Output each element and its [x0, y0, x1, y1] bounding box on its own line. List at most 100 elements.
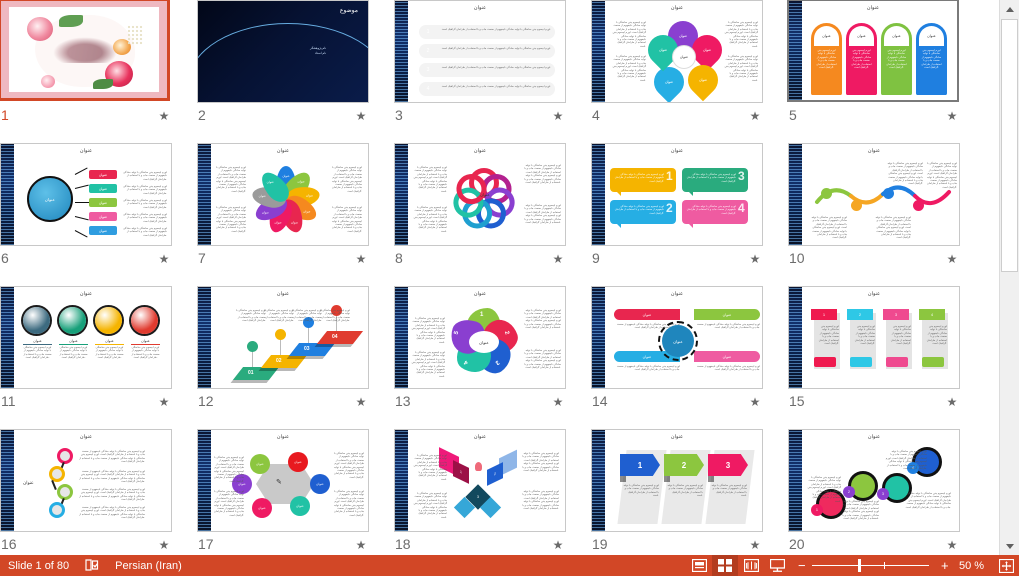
slide-thumbnail-6[interactable]: عنوانعنوانعنوانلورم ایپسوم متن ساختگی با…	[0, 143, 178, 275]
slide-thumbnail-3[interactable]: عنوان1لورم ایپسوم متن ساختگی با تولید سا…	[394, 0, 572, 132]
animation-star-icon[interactable]: ★	[355, 253, 367, 265]
slide-thumbnail-10[interactable]: عنوانلورم ایپسوم متن ساختگی با تولید ساد…	[788, 143, 966, 275]
slide-canvas: عنوانعنوانلورم ایپسوم متن ساختگی با تولی…	[1, 287, 171, 388]
slide-thumbnail-11[interactable]: عنوانعنوانلورم ایپسوم متن ساختگی با تولی…	[0, 286, 178, 418]
slide-thumbnail-19[interactable]: عنوان1لورم ایپسوم متن ساختگی با تولید سا…	[591, 429, 769, 555]
slide-canvas: عنوان1لورم ایپسوم متن ساختگی با تولید سا…	[395, 1, 565, 102]
animation-star-icon[interactable]: ★	[552, 396, 564, 408]
slide-side-band	[395, 430, 408, 531]
animation-star-icon[interactable]: ★	[946, 396, 958, 408]
vertical-scrollbar[interactable]	[999, 0, 1019, 555]
slide-thumbnail-frame[interactable]: عنوان✎عنوانعنوانعنوانعنوانعنوانعنوانلورم…	[197, 429, 369, 532]
slide-body-text: لورم ایپسوم متن ساختگی با تولید سادگی نا…	[411, 317, 445, 344]
slide-title-text: عنوان	[1, 434, 171, 440]
animation-star-icon[interactable]: ★	[158, 539, 170, 551]
slide-number: 16	[1, 536, 17, 552]
animation-star-icon[interactable]: ★	[158, 253, 170, 265]
zoom-in-button[interactable]: +	[933, 555, 951, 576]
animation-star-icon[interactable]: ★	[552, 253, 564, 265]
slide-thumbnail-frame[interactable]: عنوانلورم ایپسوم متن ساختگی با تولید ساد…	[788, 143, 960, 246]
slide-thumbnail-frame[interactable]: عنوان لورم ایپسوم متن ساختگی با تولید ساد…	[0, 429, 172, 532]
animation-star-icon[interactable]: ★	[158, 396, 170, 408]
zoom-slider[interactable]	[808, 555, 933, 576]
slide-title-text: عنوان	[592, 291, 762, 297]
slide-thumbnail-17[interactable]: عنوان✎عنوانعنوانعنوانعنوانعنوانعنوانلورم…	[197, 429, 375, 555]
slide-thumbnail-20[interactable]: عنوان1234لورم ایپسوم متن ساختگی با تولید…	[788, 429, 966, 555]
slide-thumbnail-13[interactable]: عنوانعنوان12345لورم ایپسوم متن ساختگی با…	[394, 286, 572, 418]
slide-side-band	[198, 144, 211, 245]
slide-side-band	[395, 287, 408, 388]
slide-thumbnail-frame[interactable]: عنوان01لورم ایپسوم متن ساختگی با تولید س…	[197, 286, 369, 389]
slide-thumbnail-12[interactable]: عنوان01لورم ایپسوم متن ساختگی با تولید س…	[197, 286, 375, 418]
scroll-down-arrow-icon[interactable]	[1000, 537, 1019, 555]
slide-thumbnail-2[interactable]: موضوعنام پژوهشگرنام استاد2★	[197, 0, 375, 132]
slide-thumbnail-frame[interactable]: عنوانعنوانلورم ایپسوم متن ساختگی با تولی…	[787, 0, 959, 102]
animation-star-icon[interactable]: ★	[946, 539, 958, 551]
animation-star-icon[interactable]: ★	[946, 253, 958, 265]
animation-star-icon[interactable]: ★	[946, 110, 958, 122]
slide-thumbnail-4[interactable]: عنوانعنوانعنوانعنوانعنوانعنوانعنوانلورم …	[591, 0, 769, 132]
slide-thumbnail-9[interactable]: عنوان1لورم ایپسوم متن ساختگی با تولید سا…	[591, 143, 769, 275]
zoom-slider-tick	[884, 562, 885, 569]
slide-title-text: عنوان	[592, 434, 762, 440]
slide-canvas: عنوانعنوانعنوانعنوانعنوانعنوانعنوانعنوان…	[198, 144, 368, 245]
reading-view-icon[interactable]	[738, 555, 764, 576]
slide-title-text: عنوان	[198, 434, 368, 440]
slide-thumbnail-frame[interactable]: موضوعنام پژوهشگرنام استاد	[197, 0, 369, 103]
slide-thumbnail-frame[interactable]: عنوان1لورم ایپسوم متن ساختگی با تولید سا…	[591, 143, 763, 246]
slide-body-text: لورم ایپسوم متن ساختگی با تولید سادگی نا…	[523, 204, 561, 224]
slide-thumbnail-frame[interactable]: عنوانعنوانلورم ایپسوم متن ساختگی با تولی…	[394, 143, 566, 246]
slide-thumbnail-8[interactable]: عنوانعنوانلورم ایپسوم متن ساختگی با تولی…	[394, 143, 572, 275]
fit-to-window-icon[interactable]	[993, 555, 1019, 576]
slide-body-text: لورم ایپسوم متن ساختگی با تولید سادگی نا…	[79, 506, 145, 520]
animation-star-icon[interactable]: ★	[158, 110, 170, 122]
slide-thumbnail-frame[interactable]: عنوانعنوان12345لورم ایپسوم متن ساختگی با…	[394, 286, 566, 389]
animation-star-icon[interactable]: ★	[355, 539, 367, 551]
slide-canvas: عنوان1لورم ایپسوم متن ساختگی با تولید سا…	[592, 430, 762, 531]
slide-number: 14	[592, 393, 608, 409]
slide-thumbnail-frame[interactable]: عنوان1234لورم ایپسوم متن ساختگی با تولید…	[788, 429, 960, 532]
slide-body-text: لورم ایپسوم متن ساختگی با تولید سادگی نا…	[885, 450, 927, 470]
animation-star-icon[interactable]: ★	[552, 110, 564, 122]
spelling-check-icon[interactable]	[77, 555, 107, 576]
slide-thumbnail-frame[interactable]: عنوان1لورم ایپسوم متن ساختگی با تولید سا…	[788, 286, 960, 389]
animation-star-icon[interactable]: ★	[355, 110, 367, 122]
slide-thumbnail-frame[interactable]: عنوانعنوانعنوانلورم ایپسوم متن ساختگی با…	[0, 143, 172, 246]
animation-star-icon[interactable]: ★	[749, 539, 761, 551]
scrollbar-thumb[interactable]	[1001, 19, 1018, 272]
normal-view-icon[interactable]	[686, 555, 712, 576]
slide-thumbnail-frame[interactable]	[0, 0, 170, 101]
slide-thumbnail-frame[interactable]: عنوانعنوانلورم ایپسوم متن ساختگی با تولی…	[591, 286, 763, 389]
slide-thumbnail-7[interactable]: عنوانعنوانعنوانعنوانعنوانعنوانعنوانعنوان…	[197, 143, 375, 275]
slide-thumbnail-16[interactable]: عنوان لورم ایپسوم متن ساختگی با تولید ساد…	[0, 429, 178, 555]
animation-star-icon[interactable]: ★	[749, 110, 761, 122]
slide-title-text: عنوان	[789, 148, 959, 154]
slide-body-text: لورم ایپسوم متن ساختگی با تولید سادگی نا…	[79, 450, 145, 464]
animation-star-icon[interactable]: ★	[749, 396, 761, 408]
animation-star-icon[interactable]: ★	[552, 539, 564, 551]
zoom-slider-knob[interactable]	[858, 559, 861, 572]
slide-thumbnail-15[interactable]: عنوان1لورم ایپسوم متن ساختگی با تولید سا…	[788, 286, 966, 418]
slide-thumbnail-frame[interactable]: عنوانعنوانلورم ایپسوم متن ساختگی با تولی…	[0, 286, 172, 389]
slide-thumbnail-14[interactable]: عنوانعنوانلورم ایپسوم متن ساختگی با تولی…	[591, 286, 769, 418]
zoom-level-value[interactable]: 50 %	[951, 555, 993, 576]
scroll-up-arrow-icon[interactable]	[1000, 0, 1019, 18]
animation-star-icon[interactable]: ★	[749, 253, 761, 265]
slide-sorter-icon[interactable]	[712, 555, 738, 576]
slide-thumbnail-frame[interactable]: عنوان1لورم ایپسوم متن ساختگی با تولید سا…	[591, 429, 763, 532]
slide-show-icon[interactable]	[764, 555, 790, 576]
slide-thumbnail-1[interactable]: 1★	[0, 0, 178, 132]
slide-thumbnail-frame[interactable]: عنوان1لورم ایپسوم متن ساختگی با تولید سا…	[394, 0, 566, 103]
slide-thumbnail-5[interactable]: عنوانعنوانلورم ایپسوم متن ساختگی با تولی…	[788, 0, 966, 132]
language-indicator[interactable]: Persian (Iran)	[107, 555, 190, 576]
zoom-out-button[interactable]: −	[790, 555, 808, 576]
slide-thumbnail-18[interactable]: عنوان123لورم ایپسوم متن ساختگی با تولید …	[394, 429, 572, 555]
slide-side-band	[1, 144, 14, 245]
slide-counter[interactable]: Slide 1 of 80	[0, 555, 77, 576]
slide-sorter-pane[interactable]: 1★موضوعنام پژوهشگرنام استاد2★عنوان1لورم …	[0, 0, 999, 555]
slide-thumbnail-frame[interactable]: عنوان123لورم ایپسوم متن ساختگی با تولید …	[394, 429, 566, 532]
slide-thumbnail-frame[interactable]: عنوانعنوانعنوانعنوانعنوانعنوانعنوانعنوان…	[197, 143, 369, 246]
animation-star-icon[interactable]: ★	[355, 396, 367, 408]
slide-number: 3	[395, 107, 403, 123]
slide-thumbnail-frame[interactable]: عنوانعنوانعنوانعنوانعنوانعنوانعنوانلورم …	[591, 0, 763, 103]
